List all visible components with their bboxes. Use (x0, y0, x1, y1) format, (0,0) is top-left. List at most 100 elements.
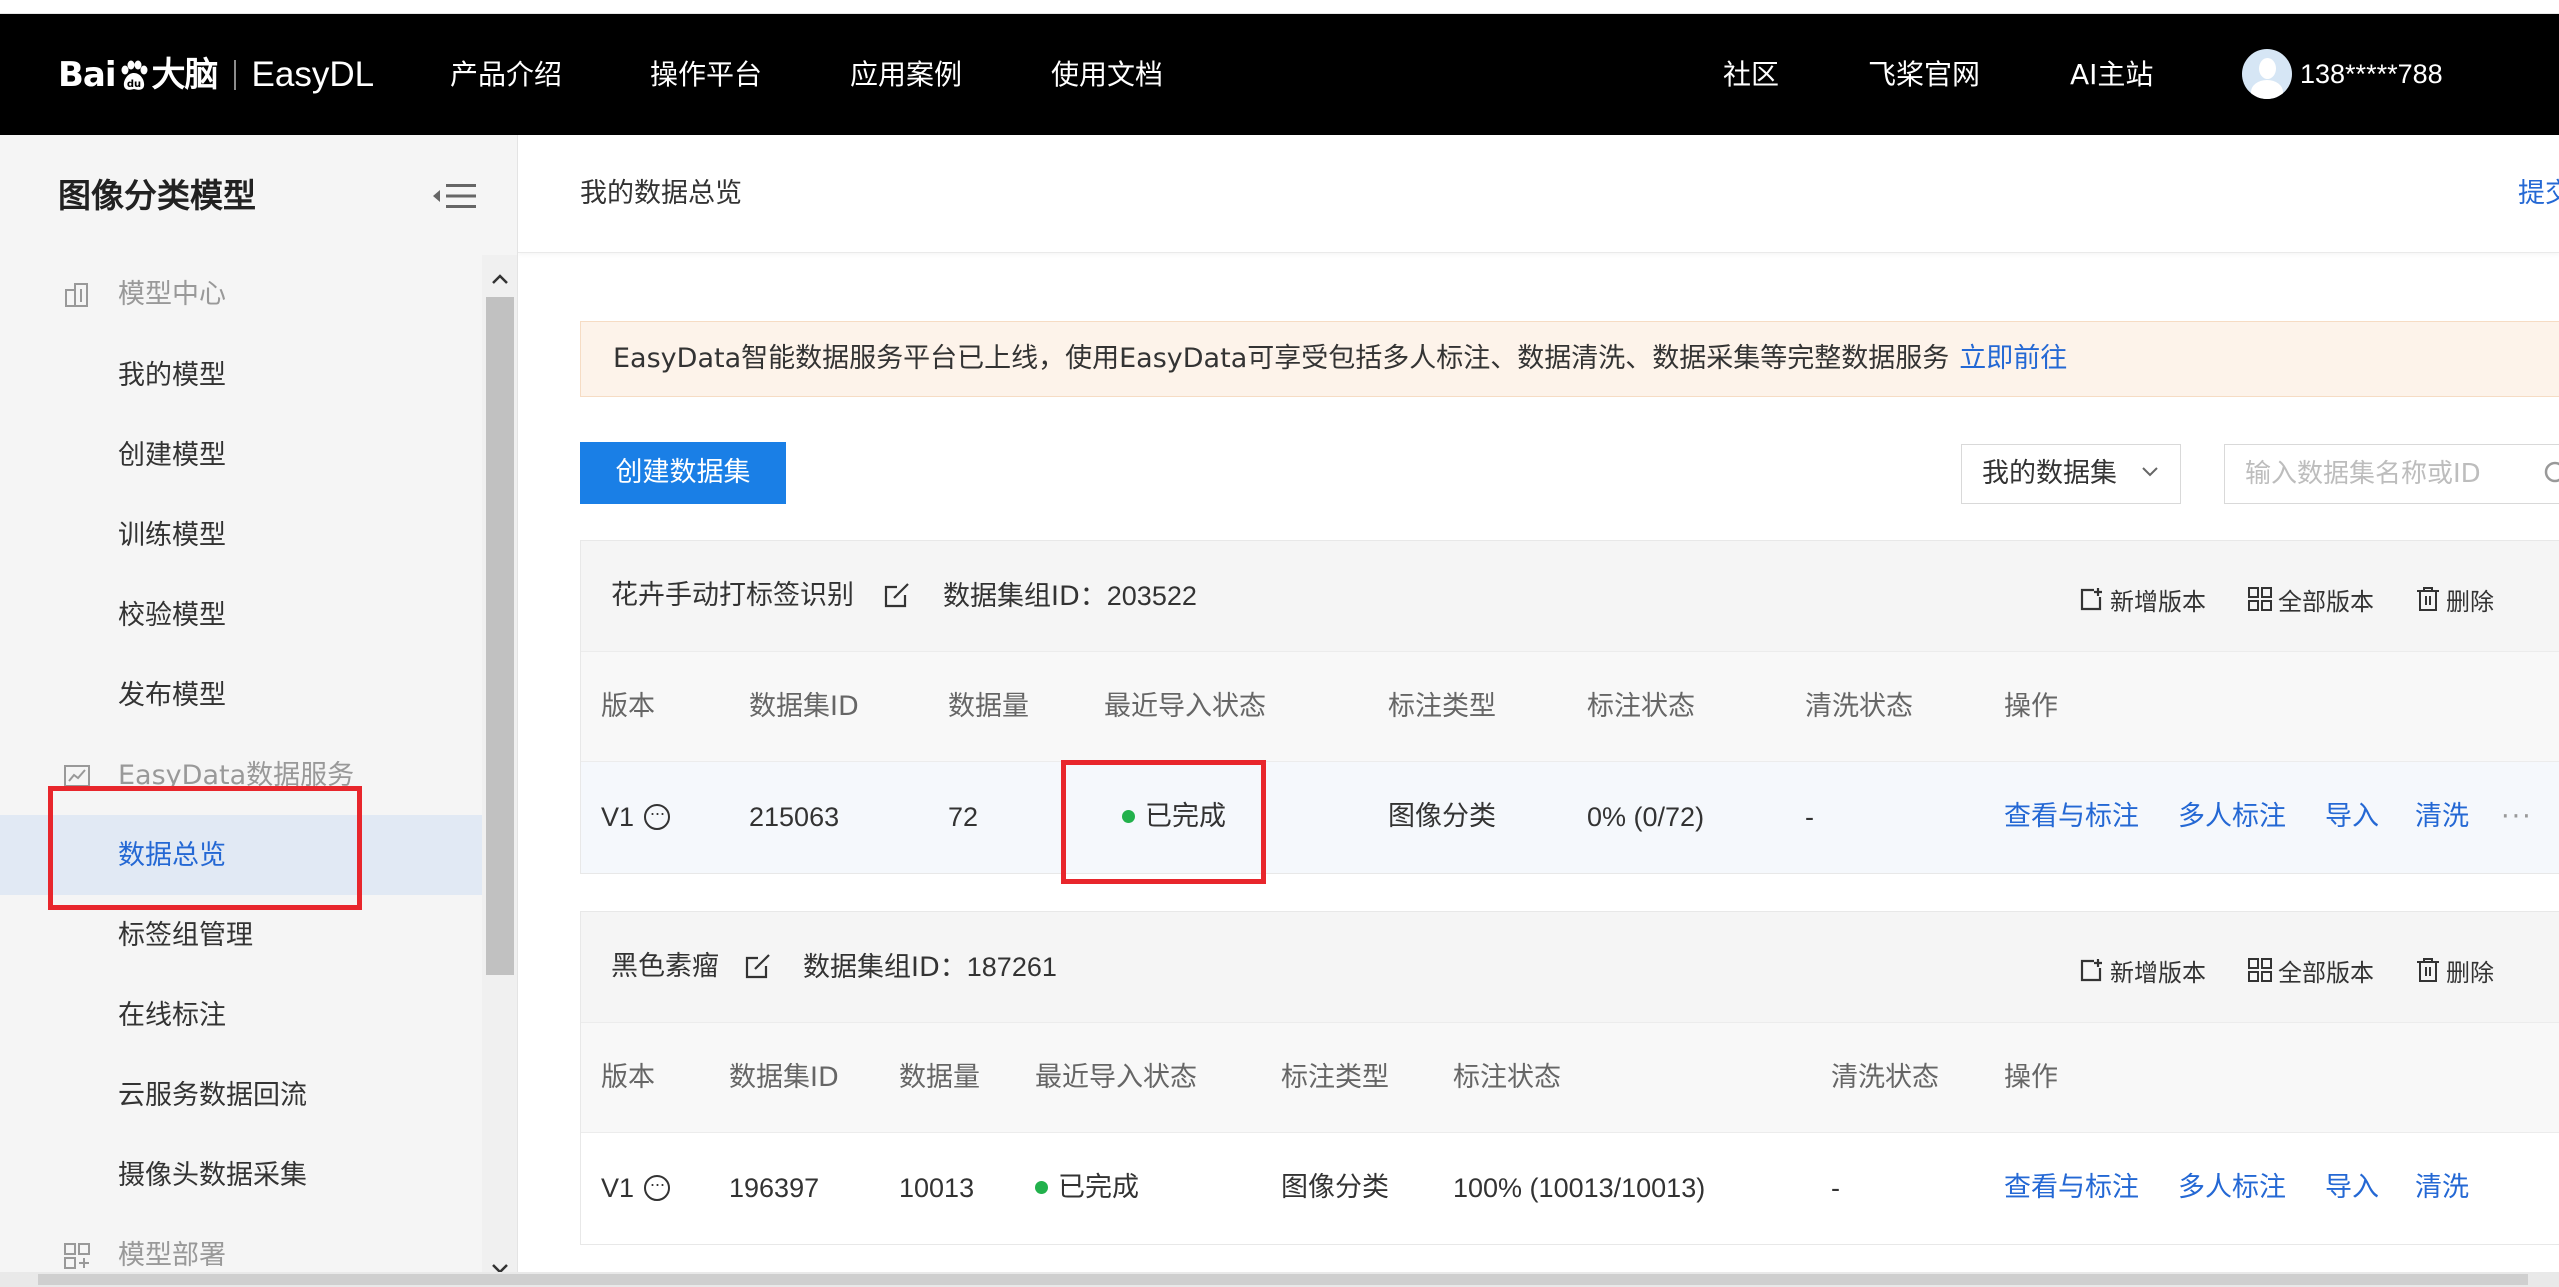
import-status-text: 已完成 (1058, 1172, 1139, 1203)
easydata-notice-banner: EasyData智能数据服务平台已上线，使用EasyData可享受包括多人标注、… (580, 321, 2559, 397)
all-versions-button[interactable]: 全部版本 (2246, 953, 2374, 988)
baidu-easydl-logo[interactable]: Bai du 大脑 EasyDL (58, 52, 374, 98)
more-ops-link[interactable]: ··· (2501, 794, 2533, 840)
multi-label-link[interactable]: 多人标注 (2178, 794, 2286, 840)
cell-import-status: 已完成 (1035, 1165, 1139, 1211)
more-icon[interactable] (644, 800, 671, 830)
user-menu[interactable]: 138*****788 (2242, 49, 2443, 99)
cell-label-status: 100% (10013/10013) (1453, 1173, 1706, 1203)
add-version-button[interactable]: 新增版本 (2078, 582, 2206, 617)
clean-link[interactable]: 清洗 (2415, 794, 2469, 840)
avatar-body (2251, 80, 2283, 99)
cell-dataset-id: 215063 (749, 802, 840, 832)
submit-link[interactable]: 提交 (2518, 174, 2559, 214)
cell-version: V1 (601, 1165, 671, 1211)
col-dataset-id: 数据集ID (749, 691, 859, 722)
dataset-card-header: 黑色素瘤 数据集组ID：187261 新增版本 全部版本 删除 (581, 912, 2559, 1022)
sidebar-item-camera-capture[interactable]: 摄像头数据采集 (118, 1153, 307, 1199)
sidebar-scroll-thumb[interactable] (486, 297, 514, 975)
table-header: 版本 数据集ID 数据量 最近导入状态 标注类型 标注状态 清洗状态 操作 (581, 1022, 2559, 1132)
version-text: V1 (601, 802, 635, 832)
clean-link[interactable]: 清洗 (2415, 1165, 2469, 1211)
nav-paddle[interactable]: 飞桨官网 (1868, 52, 1980, 98)
add-version-label: 新增版本 (2110, 587, 2206, 616)
dataset-filter-value: 我的数据集 (1982, 458, 2117, 489)
horizontal-scroll-thumb[interactable] (38, 1274, 2528, 1285)
view-and-label-link[interactable]: 查看与标注 (2004, 1165, 2139, 1211)
delete-button[interactable]: 删除 (2414, 582, 2494, 617)
nav-cases[interactable]: 应用案例 (850, 52, 962, 98)
add-version-button[interactable]: 新增版本 (2078, 953, 2206, 988)
sidebar-item-online-labeling[interactable]: 在线标注 (118, 993, 226, 1039)
more-icon[interactable] (644, 1171, 671, 1201)
baidu-paw-icon: du (121, 60, 148, 90)
sidebar-group-label: 模型中心 (118, 279, 226, 310)
add-version-icon (2080, 588, 2102, 611)
cell-label-type: 图像分类 (1281, 1172, 1389, 1203)
all-versions-label: 全部版本 (2278, 958, 2374, 987)
create-dataset-button[interactable]: 创建数据集 (580, 442, 786, 504)
building-icon (65, 283, 88, 307)
cell-clean-status: - (1831, 1173, 1840, 1203)
col-import-status: 最近导入状态 (1035, 1062, 1197, 1093)
top-navigation-bar: Bai du 大脑 EasyDL 产品介绍 操作平台 应用案例 使用文档 社区 … (0, 0, 2559, 135)
trash-icon (2417, 958, 2439, 982)
nav-product-intro[interactable]: 产品介绍 (450, 52, 562, 98)
avatar (2242, 49, 2292, 99)
col-label-status: 标注状态 (1453, 1062, 1561, 1093)
collapse-menu-icon[interactable] (430, 179, 478, 213)
table-row: V1 196397 10013 已完成 图像分类 100% (10013/100… (581, 1132, 2559, 1244)
group-id-label: 数据集组ID： (943, 581, 1107, 612)
dataset-filter-select[interactable]: 我的数据集 (1961, 444, 2181, 504)
trash-icon (2417, 587, 2439, 611)
sidebar-item-validate-model[interactable]: 校验模型 (118, 593, 226, 639)
cell-version: V1 (601, 794, 671, 840)
delete-button[interactable]: 删除 (2414, 953, 2494, 988)
sidebar-item-train-model[interactable]: 训练模型 (118, 513, 226, 559)
search-placeholder: 输入数据集名称或ID (2245, 459, 2481, 489)
sidebar-group-model-center[interactable]: 模型中心 (62, 272, 226, 318)
dataset-name: 黑色素瘤 (611, 951, 719, 982)
sidebar-title: 图像分类模型 (58, 176, 256, 215)
sidebar-item-label-groups[interactable]: 标签组管理 (118, 913, 253, 959)
multi-label-link[interactable]: 多人标注 (2178, 1165, 2286, 1211)
sidebar-item-my-models[interactable]: 我的模型 (118, 353, 226, 399)
sidebar-item-cloud-data-reflow[interactable]: 云服务数据回流 (118, 1073, 307, 1119)
nav-ai-main[interactable]: AI主站 (2070, 52, 2153, 98)
dataset-card-actions: 新增版本 全部版本 删除 (2078, 579, 2534, 619)
delete-label: 删除 (2446, 587, 2494, 616)
col-label-type: 标注类型 (1281, 1062, 1389, 1093)
cell-dataset-id: 196397 (729, 1173, 820, 1203)
dataset-search-input[interactable]: 输入数据集名称或ID (2224, 444, 2559, 504)
dataset-card: 黑色素瘤 数据集组ID：187261 新增版本 全部版本 删除 版本 数据集ID… (580, 911, 2559, 1245)
col-version: 版本 (601, 691, 655, 722)
import-link[interactable]: 导入 (2325, 794, 2379, 840)
sidebar: 图像分类模型 模型中心 我的模型 创建模型 训练模型 校验模型 发布模型 Eas… (0, 135, 518, 1287)
browser-edge-strip (0, 0, 2559, 14)
notice-go-link[interactable]: 立即前往 (1959, 343, 2067, 374)
view-and-label-link[interactable]: 查看与标注 (2004, 794, 2139, 840)
group-id-label: 数据集组ID： (803, 952, 967, 983)
header-bar: Bai du 大脑 EasyDL 产品介绍 操作平台 应用案例 使用文档 社区 … (0, 14, 2559, 135)
edit-icon[interactable] (883, 581, 911, 609)
dataset-card-header: 花卉手动打标签识别 数据集组ID：203522 新增版本 全部版本 删除 (581, 541, 2559, 651)
sidebar-scrollbar[interactable] (482, 255, 517, 1287)
all-versions-button[interactable]: 全部版本 (2246, 582, 2374, 617)
horizontal-scrollbar[interactable] (0, 1272, 2559, 1287)
search-icon[interactable] (2543, 460, 2559, 488)
nav-community[interactable]: 社区 (1723, 52, 1779, 98)
notice-text: EasyData智能数据服务平台已上线，使用EasyData可享受包括多人标注、… (613, 343, 1950, 374)
edit-icon[interactable] (744, 952, 772, 980)
sidebar-item-publish-model[interactable]: 发布模型 (118, 673, 226, 719)
add-version-icon (2080, 959, 2102, 982)
col-operations: 操作 (2004, 691, 2058, 722)
col-count: 数据量 (948, 691, 1029, 722)
highlight-box-data-overview (48, 786, 362, 910)
avatar-head (2259, 58, 2276, 79)
import-link[interactable]: 导入 (2325, 1165, 2379, 1211)
logo-product-name: EasyDL (251, 55, 375, 94)
nav-docs[interactable]: 使用文档 (1051, 52, 1163, 98)
nav-platform[interactable]: 操作平台 (650, 52, 762, 98)
sidebar-item-create-model[interactable]: 创建模型 (118, 433, 226, 479)
scroll-up-icon[interactable] (486, 265, 514, 293)
